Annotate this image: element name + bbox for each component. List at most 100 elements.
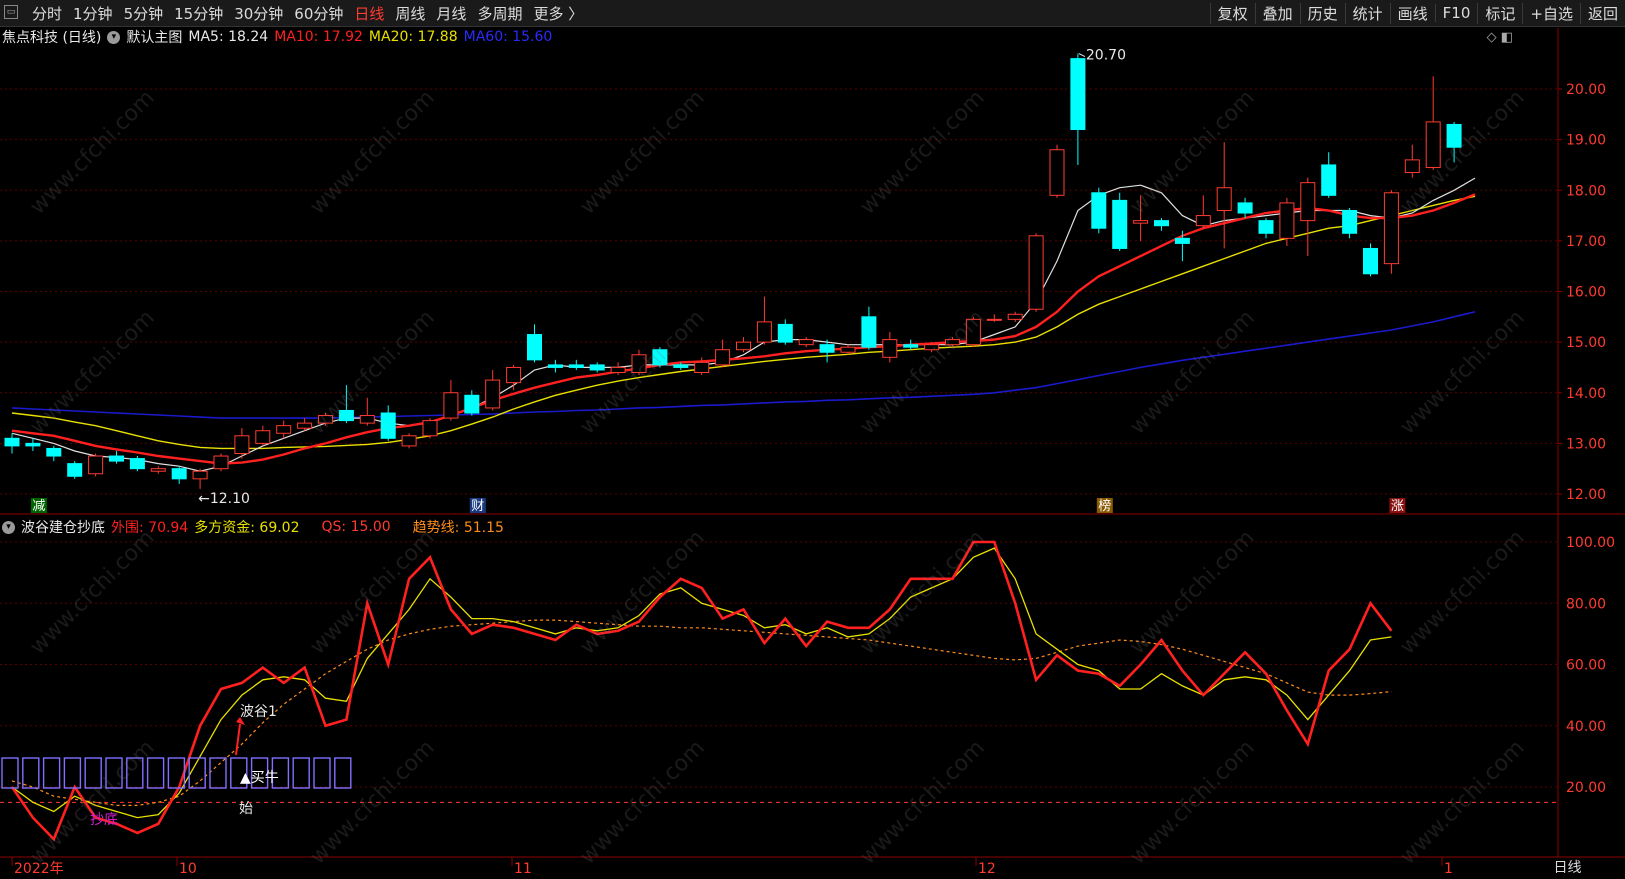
candle-body[interactable] [255, 430, 271, 444]
low-price-label: ←12.10 [198, 491, 250, 507]
candle-body[interactable] [736, 341, 751, 351]
candle-body[interactable] [1383, 192, 1399, 265]
candle-body[interactable] [1091, 192, 1107, 229]
candle-body[interactable] [1300, 182, 1316, 222]
candle-body[interactable] [1154, 220, 1169, 227]
candle-body[interactable] [380, 412, 396, 439]
candle-body[interactable] [1279, 202, 1295, 239]
candle-body[interactable] [485, 379, 501, 409]
bogu-label: 波谷1 [240, 704, 277, 720]
candle-body[interactable] [506, 366, 522, 384]
main-y-tick-label: 12.00 [1566, 487, 1606, 503]
candle-body[interactable] [777, 323, 793, 343]
ma-line-ma5 [11, 177, 1476, 472]
candle-body[interactable] [986, 318, 1002, 321]
x-axis-label-0: 2022年 [14, 861, 64, 877]
candle-body[interactable] [673, 364, 689, 368]
candle-body[interactable] [547, 364, 563, 368]
candle-body[interactable] [1112, 199, 1128, 249]
candle-body[interactable] [88, 455, 104, 475]
candle-body[interactable] [1028, 235, 1044, 310]
event-marker-2[interactable]: 榜 [1098, 498, 1111, 514]
candle-body[interactable] [1133, 220, 1149, 224]
candle-body[interactable] [715, 349, 731, 366]
main-y-tick-label: 15.00 [1566, 335, 1606, 351]
candle-body[interactable] [903, 344, 919, 348]
candle-body[interactable] [527, 334, 542, 361]
candle-body[interactable] [1174, 237, 1190, 244]
candle-body[interactable] [171, 468, 187, 480]
candle-body[interactable] [4, 437, 20, 447]
candle-body[interactable] [359, 415, 375, 424]
candle-body[interactable] [46, 447, 62, 457]
candle-body[interactable] [861, 316, 877, 348]
candle-body[interactable] [945, 339, 960, 346]
candle-body[interactable] [819, 344, 835, 353]
candle-body[interactable] [129, 458, 145, 470]
trend-line [11, 619, 1392, 807]
ma-line-ma10 [11, 193, 1476, 465]
period-indicator[interactable]: 日线 [1510, 857, 1625, 879]
candle-body[interactable] [443, 392, 459, 419]
candle-body[interactable] [338, 409, 354, 422]
candle-body[interactable] [840, 346, 856, 353]
signal-box [292, 757, 310, 789]
candle-body[interactable] [422, 420, 438, 437]
event-marker-1[interactable]: 财 [471, 499, 484, 514]
candle-body[interactable] [1237, 202, 1253, 214]
candle-body[interactable] [192, 470, 208, 480]
candle-body[interactable] [1195, 215, 1211, 227]
candle-body[interactable] [610, 366, 626, 373]
candle-body[interactable] [1049, 149, 1065, 196]
candle-body[interactable] [464, 394, 480, 414]
candle-body[interactable] [631, 354, 647, 373]
ma-line-ma20 [11, 195, 1476, 450]
candle-body[interactable] [25, 442, 41, 447]
candle-body[interactable] [965, 318, 981, 346]
candle-body[interactable] [1363, 247, 1378, 275]
candle-body[interactable] [401, 435, 417, 447]
candle-body[interactable] [1321, 164, 1337, 196]
signal-box [105, 757, 123, 789]
start-label: 始 [239, 801, 253, 817]
main-y-tick-label: 16.00 [1566, 285, 1606, 301]
candle-body[interactable] [150, 468, 166, 472]
candle-body[interactable] [276, 425, 292, 434]
candle-body[interactable] [652, 349, 668, 366]
candle-body[interactable] [756, 321, 772, 343]
sub-y-tick-label: 20.00 [1566, 780, 1606, 796]
candle-body[interactable] [882, 339, 898, 358]
main-y-tick-label: 14.00 [1566, 386, 1606, 402]
bogu-arrow [235, 723, 241, 756]
candle-body[interactable] [1446, 123, 1462, 148]
signal-box [42, 757, 61, 789]
event-marker-0[interactable]: 减 [32, 499, 45, 514]
main-y-tick-label: 20.00 [1566, 82, 1606, 98]
signal-box [313, 757, 331, 789]
sub-y-tick-label: 100.00 [1566, 535, 1615, 551]
candle-body[interactable] [694, 361, 710, 373]
x-axis-label-4: 1 [1444, 861, 1453, 877]
signal-box [1, 757, 19, 789]
candle-body[interactable] [67, 463, 83, 477]
candle-body[interactable] [1404, 159, 1420, 174]
candle-body[interactable] [568, 364, 584, 368]
main-y-tick-label: 17.00 [1566, 234, 1606, 250]
candle-body[interactable] [234, 435, 250, 454]
candle-body[interactable] [589, 364, 605, 371]
signal-box [22, 757, 40, 789]
candle-body[interactable] [1070, 58, 1086, 130]
candle-body[interactable] [1342, 210, 1358, 234]
candle-body[interactable] [318, 415, 333, 424]
candle-body[interactable] [798, 339, 814, 346]
candle-body[interactable] [1216, 187, 1232, 211]
candle-body[interactable] [297, 422, 313, 429]
event-marker-3[interactable]: 涨 [1391, 499, 1404, 514]
candle-body[interactable] [1258, 220, 1274, 234]
candle-body[interactable] [213, 455, 229, 470]
kline-chart[interactable]: 20.00 19.00 18.00 17.00 16.00 15.00 14.00 13.00… [0, 0, 1625, 879]
candle-body[interactable] [109, 455, 124, 462]
candle-body[interactable] [1007, 313, 1023, 320]
candle-body[interactable] [1425, 121, 1441, 168]
candle-body[interactable] [924, 344, 940, 351]
